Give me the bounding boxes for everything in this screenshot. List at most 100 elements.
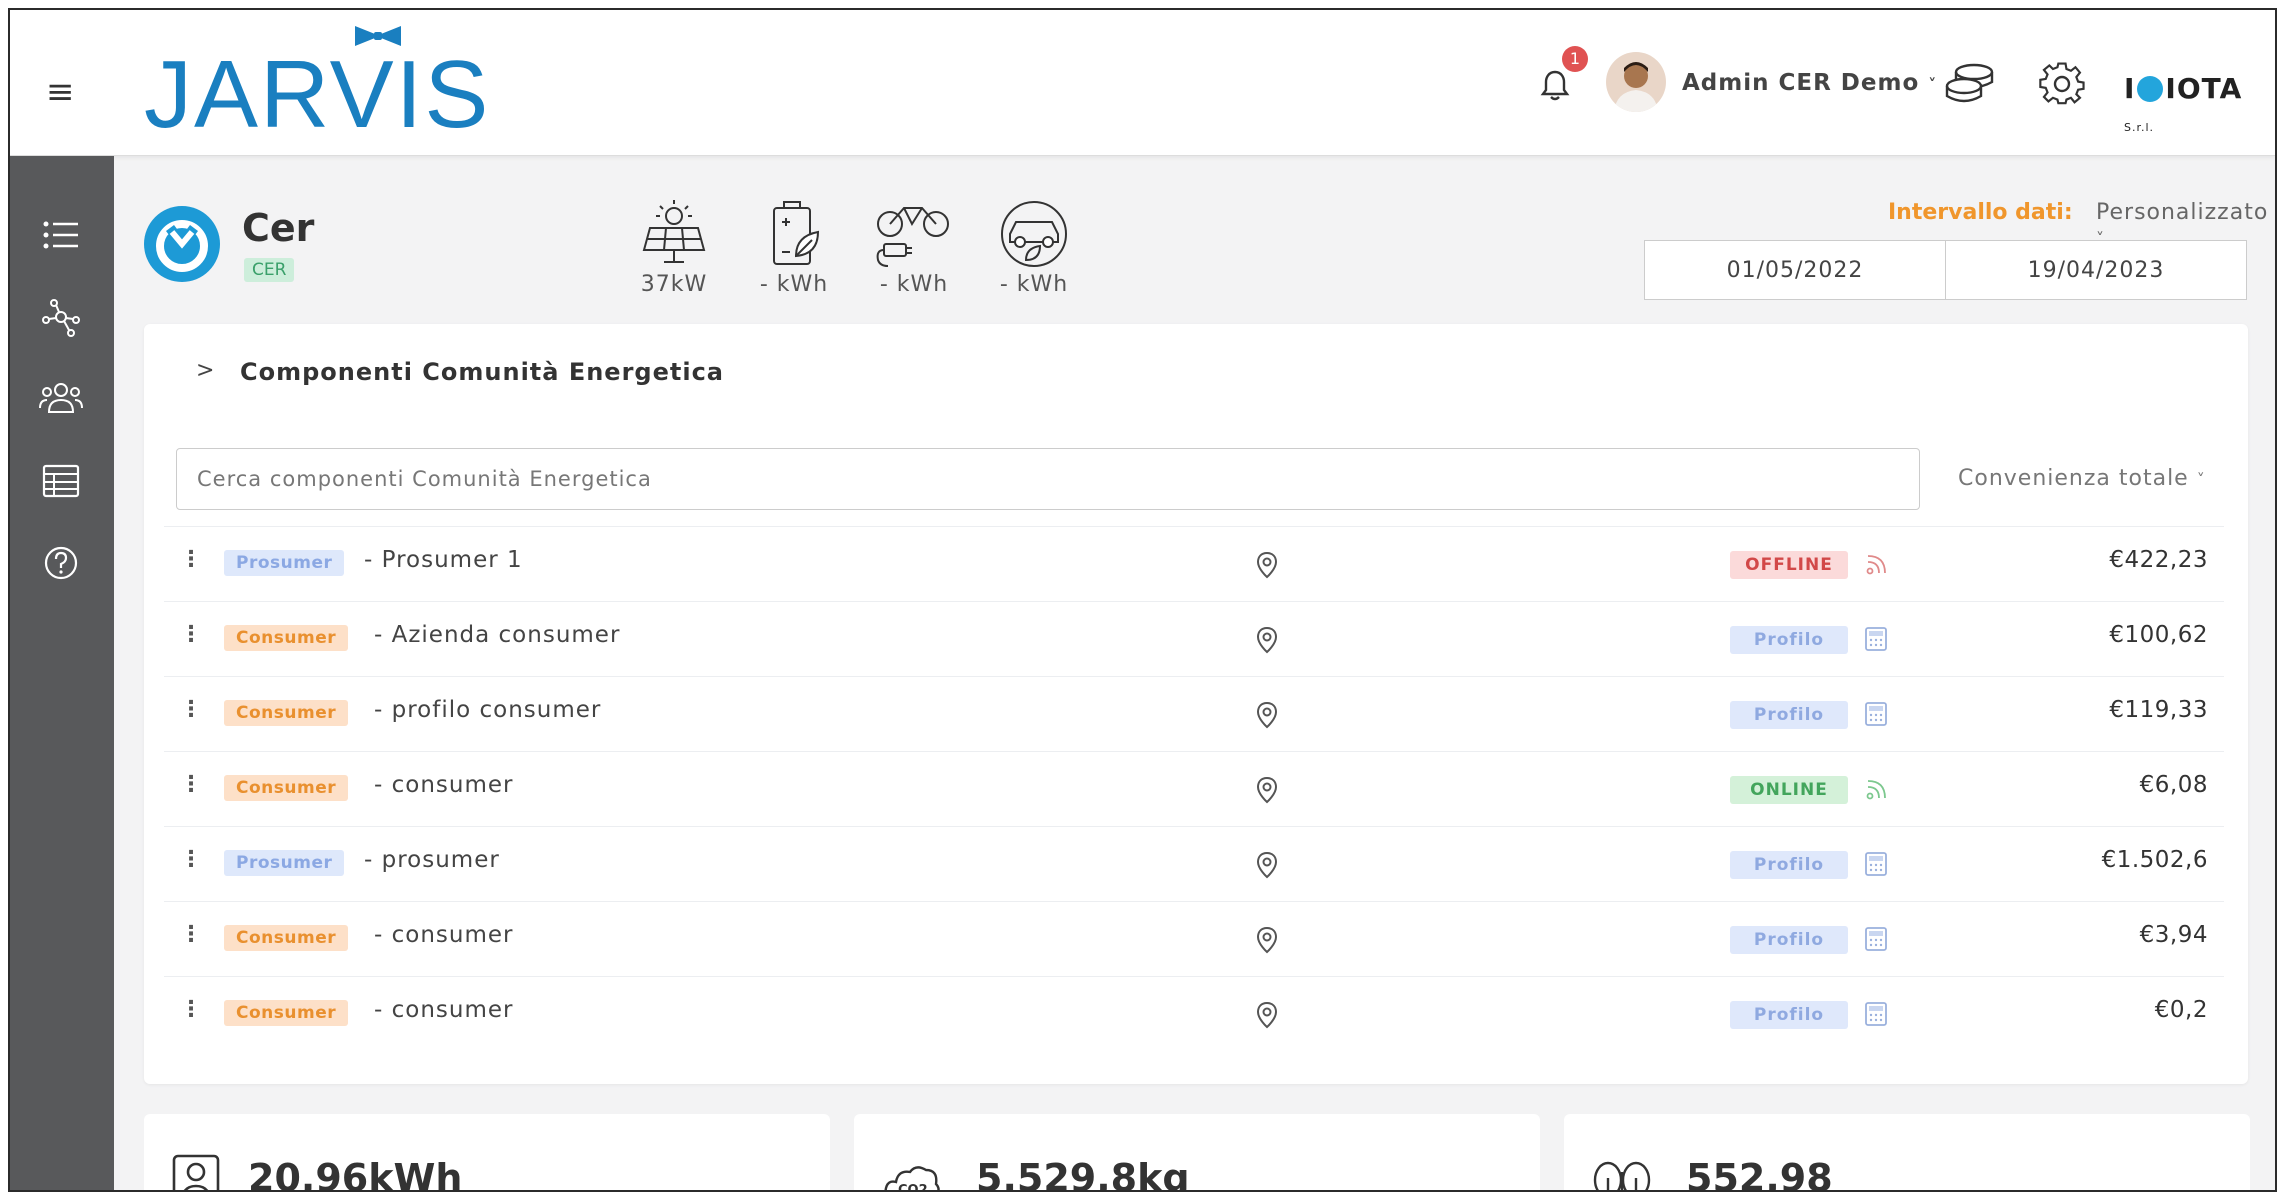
chevron-down-icon: ˅ bbox=[2196, 470, 2206, 489]
rss-icon[interactable] bbox=[1864, 776, 1890, 802]
list-icon[interactable] bbox=[38, 212, 84, 258]
type-badge: Consumer bbox=[224, 1000, 349, 1026]
amount-value: €0,2 bbox=[2154, 997, 2208, 1023]
end-date-field[interactable]: 19/04/2023 bbox=[1945, 240, 2247, 300]
user-menu[interactable]: Admin CER Demo ˅ bbox=[1682, 70, 1937, 96]
bell-icon[interactable] bbox=[1540, 68, 1570, 102]
component-name[interactable]: - Prosumer 1 bbox=[364, 547, 523, 573]
calculator-icon[interactable] bbox=[1864, 701, 1888, 727]
table-row[interactable]: ⋮ Prosumer - prosumer Profilo €1.502,6 bbox=[164, 826, 2224, 902]
profile-button[interactable]: Profilo bbox=[1730, 701, 1848, 729]
co2-summary-card: CO2 5.529,8kg bbox=[854, 1114, 1540, 1192]
cer-badge: CER bbox=[244, 258, 295, 282]
co2-value: 5.529,8kg bbox=[976, 1156, 1190, 1192]
gear-icon[interactable] bbox=[2038, 60, 2086, 108]
energy-value: 20,96kWh bbox=[248, 1156, 463, 1192]
kebab-menu-icon[interactable]: ⋮ bbox=[180, 997, 202, 1022]
type-badge: Consumer bbox=[224, 625, 349, 651]
components-title[interactable]: Componenti Comunità Energetica bbox=[240, 358, 724, 386]
brand-suffix: S.r.l. bbox=[2124, 121, 2155, 134]
calculator-icon[interactable] bbox=[1864, 626, 1888, 652]
location-pin-icon[interactable] bbox=[1256, 551, 1278, 579]
profile-button[interactable]: Profilo bbox=[1730, 851, 1848, 879]
app-frame: ≡ JARVIS 1 Admin CER Demo ˅ I IOTA S.r.l… bbox=[8, 8, 2277, 1192]
component-name[interactable]: - prosumer bbox=[364, 847, 500, 873]
kebab-menu-icon[interactable]: ⋮ bbox=[180, 922, 202, 947]
users-group-icon[interactable] bbox=[38, 376, 84, 422]
cer-logo-icon bbox=[156, 220, 208, 272]
amount-value: €422,23 bbox=[2109, 547, 2208, 573]
kebab-menu-icon[interactable]: ⋮ bbox=[180, 772, 202, 797]
kebab-menu-icon[interactable]: ⋮ bbox=[180, 697, 202, 722]
search-input[interactable] bbox=[176, 448, 1920, 510]
component-name[interactable]: - Azienda consumer bbox=[374, 622, 620, 648]
avatar[interactable] bbox=[1606, 52, 1666, 112]
profile-button[interactable]: Profilo bbox=[1730, 626, 1848, 654]
meter-icon bbox=[172, 1154, 220, 1190]
calculator-icon[interactable] bbox=[1864, 1001, 1888, 1027]
trees-icon bbox=[1593, 1161, 1651, 1190]
notification-badge: 1 bbox=[1562, 46, 1588, 72]
interval-value: Personalizzato bbox=[2096, 200, 2269, 225]
kebab-menu-icon[interactable]: ⋮ bbox=[180, 547, 202, 572]
brand-text: IOTA bbox=[2165, 72, 2243, 105]
energy-summary-card: 20,96kWh bbox=[144, 1114, 830, 1192]
jarvis-logo[interactable]: JARVIS bbox=[144, 40, 490, 150]
profile-button[interactable]: Profilo bbox=[1730, 1001, 1848, 1029]
kebab-menu-icon[interactable]: ⋮ bbox=[180, 622, 202, 647]
table-row[interactable]: ⋮ Consumer - consumer Profilo €3,94 bbox=[164, 901, 2224, 977]
battery-leaf-icon bbox=[773, 201, 820, 265]
component-name[interactable]: - consumer bbox=[374, 997, 513, 1023]
trees-summary-card: 552,98 bbox=[1564, 1114, 2250, 1190]
cer-logo bbox=[144, 206, 220, 282]
ebike-icon bbox=[876, 207, 949, 267]
co2-cloud-icon: CO2 bbox=[884, 1166, 940, 1190]
start-date-field[interactable]: 01/05/2022 bbox=[1644, 240, 1946, 300]
component-name[interactable]: - consumer bbox=[374, 772, 513, 798]
battery-value: - kWh bbox=[759, 272, 829, 297]
interval-label: Intervallo dati: bbox=[1888, 200, 2073, 225]
component-name[interactable]: - consumer bbox=[374, 922, 513, 948]
table-row[interactable]: ⋮ Consumer - profilo consumer Profilo €1… bbox=[164, 676, 2224, 752]
sidebar bbox=[10, 156, 114, 1190]
table-row[interactable]: ⋮ Prosumer - Prosumer 1 OFFLINE €422,23 bbox=[164, 526, 2224, 602]
components-card: > Componenti Comunità Energetica Conveni… bbox=[144, 324, 2248, 1084]
coins-stack-icon[interactable] bbox=[1944, 62, 1996, 106]
location-pin-icon[interactable] bbox=[1256, 851, 1278, 879]
component-name[interactable]: - profilo consumer bbox=[374, 697, 601, 723]
type-badge: Prosumer bbox=[224, 550, 345, 576]
bow-tie-icon bbox=[355, 26, 401, 46]
amount-value: €6,08 bbox=[2139, 772, 2208, 798]
amount-value: €119,33 bbox=[2109, 697, 2208, 723]
type-badge: Consumer bbox=[224, 925, 349, 951]
calculator-icon[interactable] bbox=[1864, 926, 1888, 952]
status-badge: OFFLINE bbox=[1730, 551, 1848, 579]
user-name-label: Admin CER Demo bbox=[1682, 70, 1920, 96]
location-pin-icon[interactable] bbox=[1256, 701, 1278, 729]
hamburger-menu-icon[interactable]: ≡ bbox=[46, 72, 75, 112]
table-icon[interactable] bbox=[38, 458, 84, 504]
calculator-icon[interactable] bbox=[1864, 851, 1888, 877]
solar-power-value: 37kW bbox=[640, 272, 708, 297]
location-pin-icon[interactable] bbox=[1256, 776, 1278, 804]
solar-panel-icon bbox=[642, 200, 706, 263]
location-pin-icon[interactable] bbox=[1256, 626, 1278, 654]
kebab-menu-icon[interactable]: ⋮ bbox=[180, 847, 202, 872]
top-bar: ≡ JARVIS 1 Admin CER Demo ˅ I IOTA S.r.l… bbox=[10, 10, 2275, 156]
location-pin-icon[interactable] bbox=[1256, 926, 1278, 954]
table-row[interactable]: ⋮ Consumer - Azienda consumer Profilo €1… bbox=[164, 601, 2224, 677]
table-row[interactable]: ⋮ Consumer - consumer Profilo €0,2 bbox=[164, 976, 2224, 1052]
ecar-icon bbox=[1001, 201, 1067, 267]
network-icon[interactable] bbox=[38, 294, 84, 340]
amount-value: €3,94 bbox=[2139, 922, 2208, 948]
type-badge: Consumer bbox=[224, 775, 349, 801]
table-row[interactable]: ⋮ Consumer - consumer ONLINE €6,08 bbox=[164, 751, 2224, 827]
help-icon[interactable] bbox=[38, 540, 84, 586]
chevron-right-icon[interactable]: > bbox=[196, 358, 214, 383]
type-badge: Prosumer bbox=[224, 850, 345, 876]
rss-icon[interactable] bbox=[1864, 551, 1890, 577]
sort-dropdown[interactable]: Convenienza totale ˅ bbox=[1958, 466, 2206, 491]
location-pin-icon[interactable] bbox=[1256, 1001, 1278, 1029]
profile-button[interactable]: Profilo bbox=[1730, 926, 1848, 954]
status-badge: ONLINE bbox=[1730, 776, 1848, 804]
